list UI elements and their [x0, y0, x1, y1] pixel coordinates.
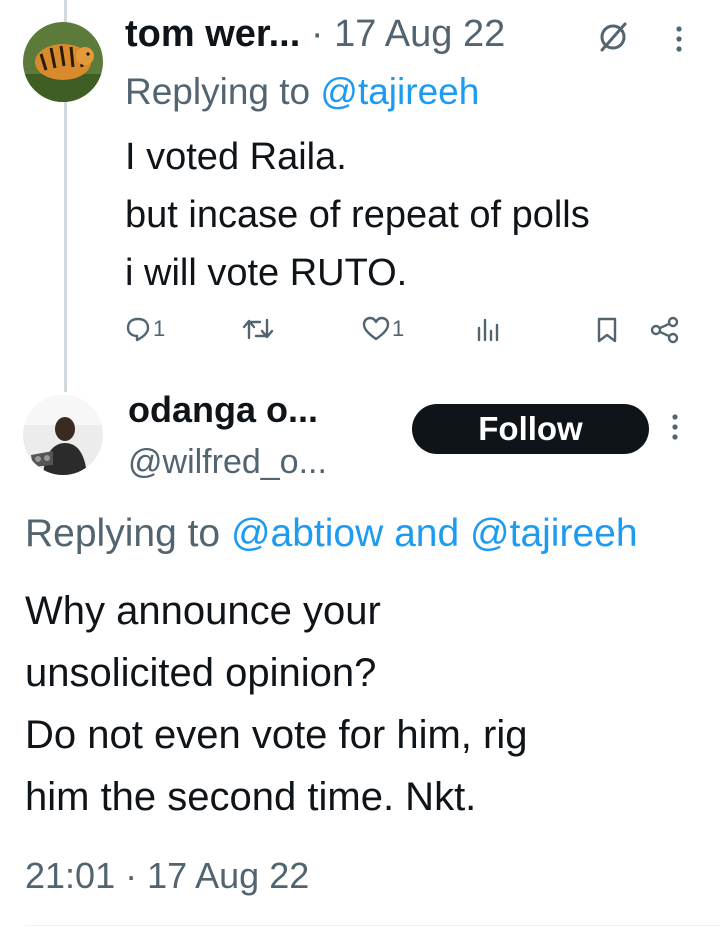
- more-icon[interactable]: [668, 412, 682, 447]
- tweet2-body-line: him the second time. Nkt.: [25, 775, 477, 819]
- like-count: 1: [392, 316, 405, 341]
- reply-button[interactable]: 1: [125, 316, 165, 342]
- replying-handle-link-1[interactable]: @abtiow: [231, 512, 383, 555]
- like-button[interactable]: 1: [362, 316, 404, 342]
- replying-handle-link[interactable]: @tajireeh: [320, 71, 479, 112]
- tweet1-action-bar: 1 1: [125, 316, 695, 356]
- retweet-icon: [242, 316, 274, 342]
- tweet2-body-line: Why announce your: [25, 589, 381, 633]
- tweet2-replying-to: Replying to @abtiow and @tajireeh: [25, 508, 720, 560]
- tweet1-body-line: I voted Raila.: [125, 136, 347, 178]
- tweet2-timestamp[interactable]: 21:01 · 17 Aug 22: [25, 852, 309, 900]
- tweet2-handle[interactable]: @wilfred_o...: [128, 440, 327, 484]
- replying-handle-link-2[interactable]: @tajireeh: [470, 512, 638, 555]
- tweet1-header: tom wer... · 17 Aug 22: [125, 10, 505, 58]
- reply-icon: [125, 316, 151, 342]
- bookmark-button[interactable]: [595, 316, 619, 344]
- divider: [25, 925, 720, 926]
- tweet1-body-line: but incase of repeat of polls: [125, 194, 590, 236]
- tweet2-display-name[interactable]: odanga o...: [128, 388, 318, 432]
- avatar-tom[interactable]: [23, 22, 103, 102]
- avatar-odanga[interactable]: [23, 395, 103, 475]
- replying-to-label: Replying to: [125, 71, 321, 112]
- share-icon: [650, 316, 680, 344]
- tweet1-body-line: i will vote RUTO.: [125, 252, 408, 294]
- tweet2-body: Why announce your unsolicited opinion? D…: [25, 580, 705, 828]
- more-icon[interactable]: [672, 24, 686, 59]
- views-button[interactable]: [475, 316, 501, 342]
- tweet2-body-line: Do not even vote for him, rig: [25, 713, 528, 757]
- tweet1-body: I voted Raila. but incase of repeat of p…: [125, 128, 705, 302]
- replying-and-text: and: [383, 512, 471, 555]
- bookmark-icon: [595, 316, 619, 344]
- share-button[interactable]: [650, 316, 680, 344]
- views-icon: [475, 316, 501, 342]
- reply-count: 1: [153, 316, 166, 341]
- replying-to-label: Replying to: [25, 512, 231, 555]
- like-icon: [362, 316, 390, 342]
- tweet1-date[interactable]: 17 Aug 22: [334, 13, 505, 55]
- tweet1-display-name[interactable]: tom wer...: [125, 13, 300, 55]
- tweet2-body-line: unsolicited opinion?: [25, 651, 377, 695]
- grok-icon[interactable]: [596, 20, 630, 59]
- retweet-button[interactable]: [242, 316, 274, 342]
- tweet1-replying-to: Replying to @tajireeh: [125, 68, 479, 116]
- follow-button[interactable]: Follow: [412, 404, 649, 454]
- header-separator: ·: [300, 13, 335, 55]
